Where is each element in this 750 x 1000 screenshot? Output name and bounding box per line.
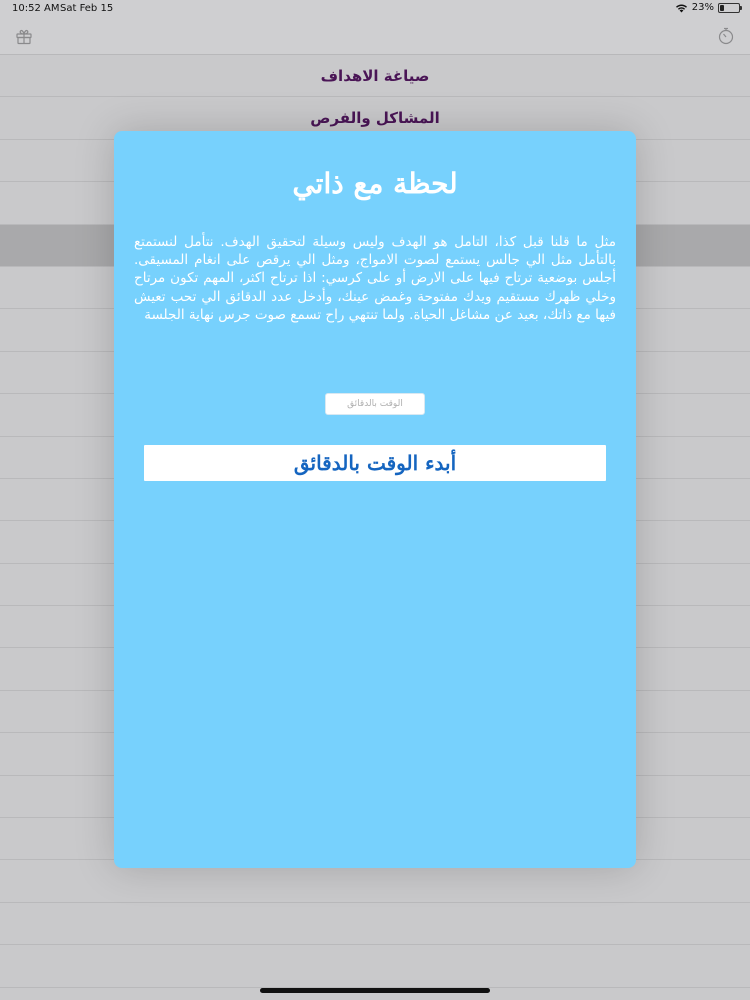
status-right: 23% [675, 2, 742, 13]
nav-bar [0, 18, 750, 55]
home-indicator [260, 988, 490, 993]
list-item-label: صياغة الاهداف [320, 66, 430, 85]
battery-percent: 23% [691, 2, 714, 13]
status-time: 10:52 AM [12, 3, 60, 14]
minutes-input[interactable] [325, 393, 425, 415]
timer-icon[interactable] [716, 26, 736, 46]
list-item[interactable] [0, 903, 750, 946]
list-item[interactable] [0, 945, 750, 988]
status-date: Sat Feb 15 [60, 3, 114, 14]
battery-level [720, 4, 724, 11]
modal-description: مثل ما قلنا قبل كذا، التامل هو الهدف ولي… [134, 234, 616, 323]
status-bar: 10:52 AM Sat Feb 15 23% [0, 0, 750, 18]
gift-icon[interactable] [14, 26, 34, 46]
meditation-modal: لحظة مع ذاتي مثل ما قلنا قبل كذا، التامل… [114, 131, 636, 868]
start-timer-button[interactable]: أبدء الوقت بالدقائق [144, 445, 606, 481]
modal-title: لحظة مع ذاتي [292, 167, 458, 200]
list-item-label: المشاكل والفرص [310, 109, 440, 128]
battery-icon [718, 2, 742, 13]
wifi-icon [675, 3, 688, 13]
list-item[interactable]: صياغة الاهداف [0, 55, 750, 98]
